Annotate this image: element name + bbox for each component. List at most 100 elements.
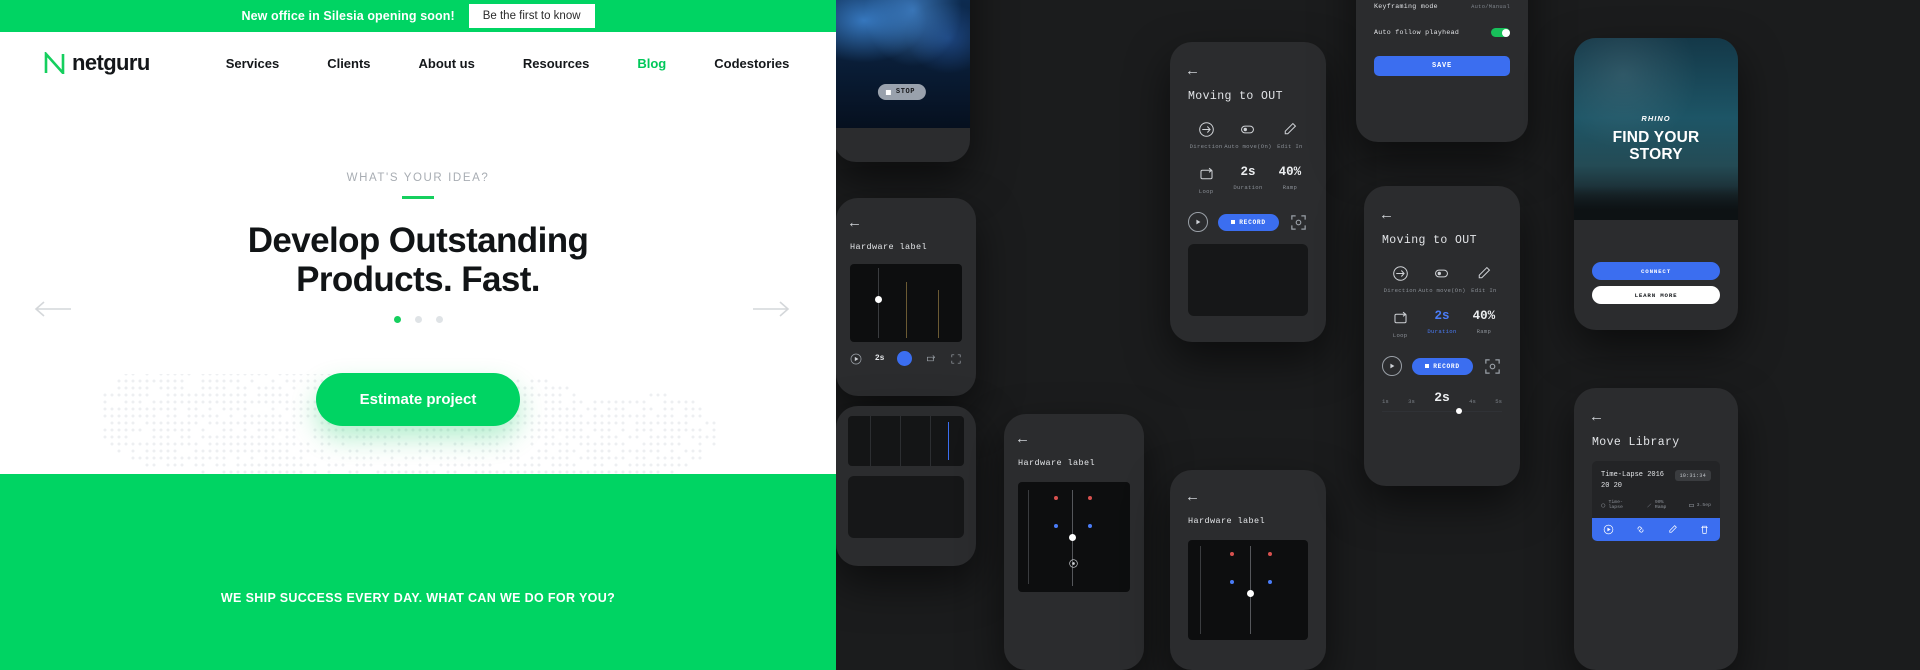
control-auto-move-2[interactable]: Auto move(On) (1418, 265, 1466, 294)
frame-target-icon[interactable] (950, 353, 962, 365)
control-auto-move-1[interactable]: Auto move(On) (1224, 121, 1272, 150)
keyframe-dot-blue[interactable] (1088, 524, 1092, 528)
keyframe-dot-red[interactable] (1230, 552, 1234, 556)
netguru-n-mark-icon (44, 52, 65, 74)
keyframing-mode-value[interactable]: Auto/Manual (1471, 4, 1510, 10)
meta-timelapse: Time-lapse (1601, 500, 1634, 510)
hero-carousel-dots (394, 316, 443, 323)
graph-bar (938, 290, 939, 338)
site-navbar: netguru Services Clients About us Resour… (0, 32, 836, 94)
graph-handle[interactable] (875, 296, 882, 303)
hero-section: WHAT'S YOUR IDEA? Develop Outstanding Pr… (0, 94, 836, 474)
control-label: Ramp (1477, 328, 1492, 335)
connect-button[interactable]: CONNECT (1592, 262, 1720, 280)
setting-row-auto-follow-playhead[interactable]: Auto follow playhead (1374, 19, 1510, 46)
control-duration-1[interactable]: 2s Duration (1224, 166, 1272, 195)
back-button-hw-top[interactable]: ← (850, 216, 962, 231)
nav-link-codestories[interactable]: Codestories (690, 56, 813, 71)
loop-icon[interactable] (925, 353, 937, 365)
be-the-first-to-know-button[interactable]: Be the first to know (469, 4, 595, 28)
keyframe-dot-blue[interactable] (1230, 580, 1234, 584)
control-edit-in-2[interactable]: Edit In (1466, 265, 1502, 294)
scale-tick-5s: 5s (1495, 398, 1502, 405)
keyframe-dot-red[interactable] (1268, 552, 1272, 556)
meta-loop: 3.5ep (1689, 500, 1711, 510)
back-button-move-2[interactable]: ← (1382, 208, 1502, 223)
secondary-title: Hardware label (1188, 516, 1308, 526)
edit-pencil-icon[interactable] (1667, 524, 1678, 535)
carousel-dot-3[interactable] (436, 316, 443, 323)
control-ramp-1[interactable]: 40% Ramp (1272, 166, 1308, 195)
duration-value-top: 2s (875, 354, 885, 363)
keyframe-dot-blue[interactable] (1054, 524, 1058, 528)
playhead[interactable] (948, 422, 949, 460)
nav-link-careers[interactable]: Careers (813, 56, 836, 71)
control-direction-2[interactable]: Direction (1382, 265, 1418, 294)
play-circle-icon[interactable] (1382, 356, 1402, 376)
library-item-name: Time-Lapse 2016 20 20 (1601, 470, 1664, 491)
record-dot-icon[interactable] (897, 351, 912, 366)
record-button-2[interactable]: RECORD (1412, 358, 1472, 375)
meta-ramp: 90% Ramp (1647, 500, 1675, 510)
nav-link-blog[interactable]: Blog (613, 56, 690, 71)
graph-handle[interactable] (1247, 590, 1254, 597)
move-controls-grid-1: Direction Auto move(On) Edit In Loop 2s … (1188, 121, 1308, 195)
link-icon[interactable] (1635, 524, 1646, 535)
carousel-prev-arrow[interactable] (33, 298, 73, 320)
back-button-library[interactable]: ← (1592, 410, 1720, 425)
carousel-next-arrow[interactable] (751, 298, 791, 320)
learn-more-button[interactable]: LEARN MORE (1592, 286, 1720, 304)
carousel-dot-1[interactable] (394, 316, 401, 323)
control-loop-1[interactable]: Loop (1188, 166, 1224, 195)
hardware-label-title-top: Hardware label (850, 242, 962, 252)
keyframe-dot-red[interactable] (1054, 496, 1058, 500)
control-edit-in-1[interactable]: Edit In (1272, 121, 1308, 150)
play-circle-icon[interactable] (1603, 524, 1614, 535)
save-button[interactable]: SAVE (1374, 56, 1510, 76)
record-dot-icon (1425, 364, 1429, 368)
target-icon[interactable] (1068, 558, 1079, 569)
control-ramp-2[interactable]: 40% Ramp (1466, 310, 1502, 339)
timeline-strip[interactable] (848, 416, 964, 466)
rhino-promo-phone: RHINO FIND YOUR STORY CONNECT LEARN MORE (1574, 38, 1738, 330)
control-loop-2[interactable]: Loop (1382, 310, 1418, 339)
setting-row-keyframing-mode[interactable]: Keyframing mode Auto/Manual (1374, 0, 1510, 19)
back-button-secondary[interactable]: ← (1188, 490, 1308, 505)
delete-trash-icon[interactable] (1699, 524, 1710, 535)
duration-scale[interactable]: 1s 3s 2s 4s 5s (1382, 390, 1502, 405)
control-duration-2[interactable]: 2s Duration (1418, 310, 1466, 339)
control-label: Auto move(On) (1418, 287, 1466, 294)
nav-link-clients[interactable]: Clients (303, 56, 394, 71)
hero-estimate-project-button[interactable]: Estimate project (316, 373, 521, 426)
library-item-card[interactable]: Time-Lapse 2016 20 20 10:31:34 Time-laps… (1592, 461, 1720, 541)
keyframe-dot-red[interactable] (1088, 496, 1092, 500)
record-button-1[interactable]: RECORD (1218, 214, 1278, 231)
netguru-logo[interactable]: netguru (44, 50, 150, 76)
nav-link-about-us[interactable]: About us (395, 56, 499, 71)
control-label: Duration (1427, 328, 1456, 335)
timelapse-icon (1601, 503, 1606, 508)
play-circle-icon[interactable] (1188, 212, 1208, 232)
move-action-row-2: RECORD (1382, 356, 1502, 376)
control-direction-1[interactable]: Direction (1188, 121, 1224, 150)
settings-phone: Keyframe snapping Timeline mode Simple/A… (1356, 0, 1528, 142)
auto-follow-playhead-toggle[interactable] (1491, 28, 1510, 37)
nav-link-services[interactable]: Services (202, 56, 304, 71)
frame-target-icon[interactable] (1483, 357, 1502, 376)
back-button-move-1[interactable]: ← (1188, 64, 1308, 79)
timeline-phone (836, 406, 976, 566)
graph-handle[interactable] (1069, 534, 1076, 541)
graph-bar (906, 282, 907, 338)
keyframe-dot-blue[interactable] (1268, 580, 1272, 584)
carousel-dot-2[interactable] (415, 316, 422, 323)
hero-title-line-1: Develop Outstanding (248, 221, 589, 260)
stop-button[interactable]: STOP (878, 84, 926, 100)
nav-link-resources[interactable]: Resources (499, 56, 613, 71)
meta-label: 3.5ep (1697, 503, 1711, 508)
play-circle-icon[interactable] (850, 353, 862, 365)
frame-target-icon[interactable] (1289, 213, 1308, 232)
move-action-row-1: RECORD (1188, 212, 1308, 232)
scale-knob[interactable] (1456, 408, 1462, 414)
back-button-hw-bottom[interactable]: ← (1018, 432, 1130, 447)
control-label: Direction (1384, 287, 1417, 294)
